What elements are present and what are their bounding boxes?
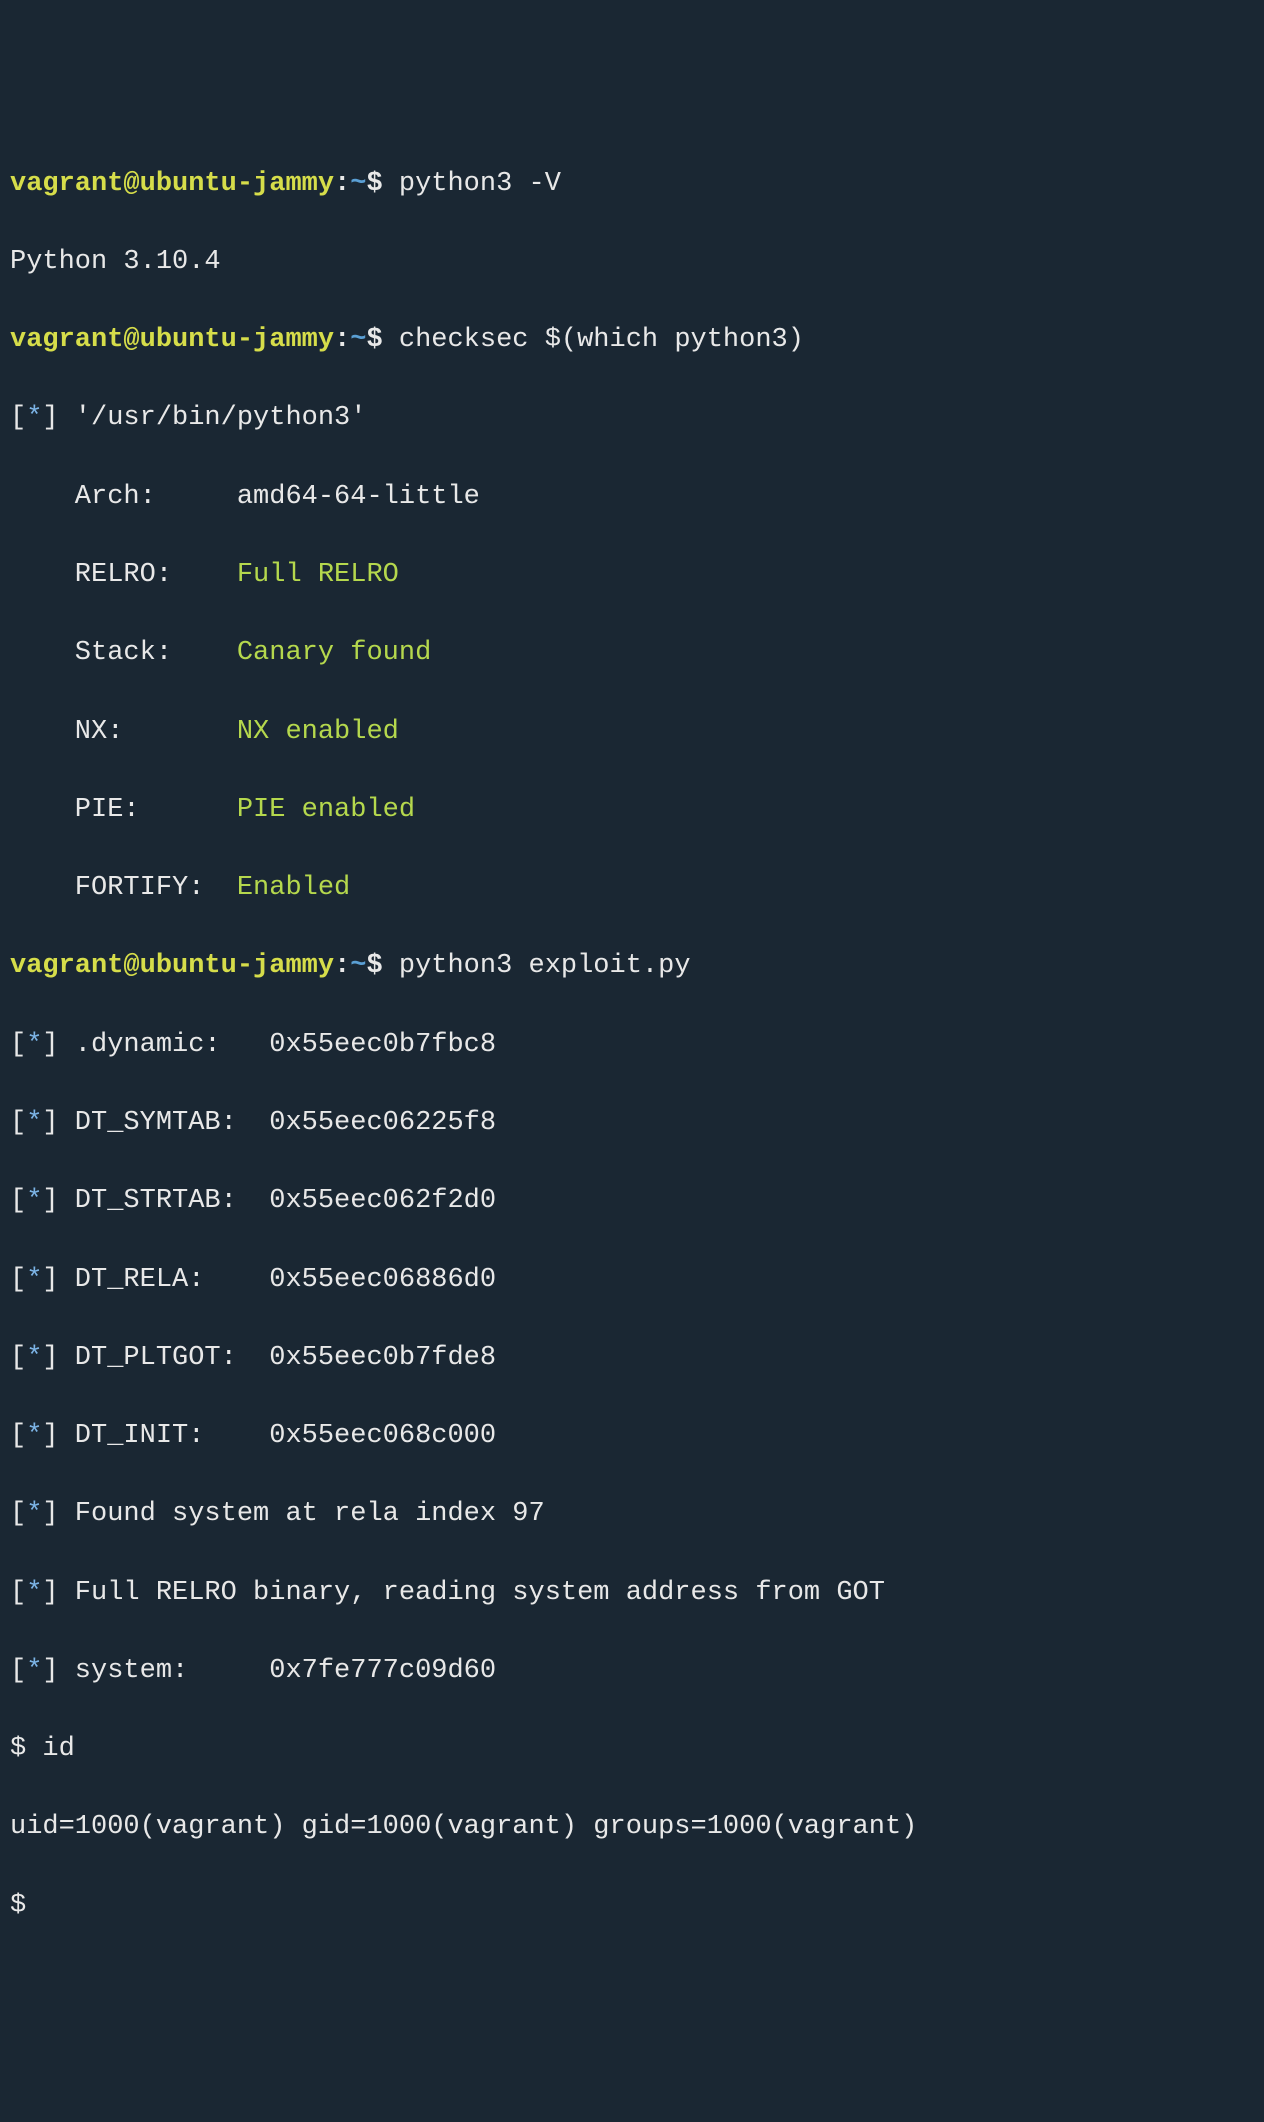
checksec-fortify: FORTIFY: Enabled (10, 869, 1254, 908)
prompt-colon: : (334, 325, 350, 355)
prompt-tilde: ~ (350, 325, 366, 355)
star-icon: * (26, 1343, 42, 1373)
checksec-nx: NX: NX enabled (10, 713, 1254, 752)
shell-output-id: uid=1000(vagrant) gid=1000(vagrant) grou… (10, 1808, 1254, 1847)
prompt-dollar: $ (366, 325, 382, 355)
output-python-version: Python 3.10.4 (10, 243, 1254, 282)
star-icon: * (26, 1030, 42, 1060)
prompt-user: vagrant (10, 325, 123, 355)
prompt-host: ubuntu-jammy (140, 951, 334, 981)
star-icon: * (26, 1186, 42, 1216)
exploit-line-6: [*] Found system at rela index 97 (10, 1495, 1254, 1534)
shell-line-id: $ id (10, 1730, 1254, 1769)
exploit-line-3: [*] DT_RELA: 0x55eec06886d0 (10, 1261, 1254, 1300)
command-exploit: python3 exploit.py (399, 951, 691, 981)
exploit-line-1: [*] DT_SYMTAB: 0x55eec06225f8 (10, 1104, 1254, 1143)
prompt-colon: : (334, 951, 350, 981)
checksec-header: [*] '/usr/bin/python3' (10, 399, 1254, 438)
star-icon: * (26, 1578, 42, 1608)
terminal-line-11: vagrant@ubuntu-jammy:~$ python3 exploit.… (10, 947, 1254, 986)
prompt-at: @ (123, 325, 139, 355)
prompt-at: @ (123, 951, 139, 981)
exploit-line-4: [*] DT_PLTGOT: 0x55eec0b7fde8 (10, 1339, 1254, 1378)
prompt-tilde: ~ (350, 951, 366, 981)
checksec-stack: Stack: Canary found (10, 634, 1254, 673)
star-icon: * (26, 1499, 42, 1529)
exploit-line-2: [*] DT_STRTAB: 0x55eec062f2d0 (10, 1182, 1254, 1221)
prompt-user: vagrant (10, 169, 123, 199)
exploit-line-8: [*] system: 0x7fe777c09d60 (10, 1652, 1254, 1691)
shell-command-id: id (42, 1734, 74, 1764)
exploit-line-5: [*] DT_INIT: 0x55eec068c000 (10, 1417, 1254, 1456)
star-icon: * (26, 1421, 42, 1451)
command-python-version: python3 -V (399, 169, 561, 199)
prompt-dollar: $ (366, 169, 382, 199)
checksec-relro: RELRO: Full RELRO (10, 556, 1254, 595)
command-checksec: checksec $(which python3) (399, 325, 804, 355)
terminal-line-1: vagrant@ubuntu-jammy:~$ python3 -V (10, 165, 1254, 204)
prompt-host: ubuntu-jammy (140, 325, 334, 355)
star-icon: * (26, 1656, 42, 1686)
prompt-host: ubuntu-jammy (140, 169, 334, 199)
prompt-colon: : (334, 169, 350, 199)
prompt-dollar: $ (366, 951, 382, 981)
star-icon: * (26, 403, 42, 433)
checksec-pie: PIE: PIE enabled (10, 791, 1254, 830)
exploit-line-0: [*] .dynamic: 0x55eec0b7fbc8 (10, 1026, 1254, 1065)
checksec-arch: Arch: amd64-64-little (10, 478, 1254, 517)
prompt-tilde: ~ (350, 169, 366, 199)
shell-cursor-line[interactable]: $ (10, 1887, 1254, 1926)
exploit-line-7: [*] Full RELRO binary, reading system ad… (10, 1574, 1254, 1613)
prompt-user: vagrant (10, 951, 123, 981)
prompt-at: @ (123, 169, 139, 199)
terminal-line-3: vagrant@ubuntu-jammy:~$ checksec $(which… (10, 321, 1254, 360)
star-icon: * (26, 1108, 42, 1138)
star-icon: * (26, 1265, 42, 1295)
